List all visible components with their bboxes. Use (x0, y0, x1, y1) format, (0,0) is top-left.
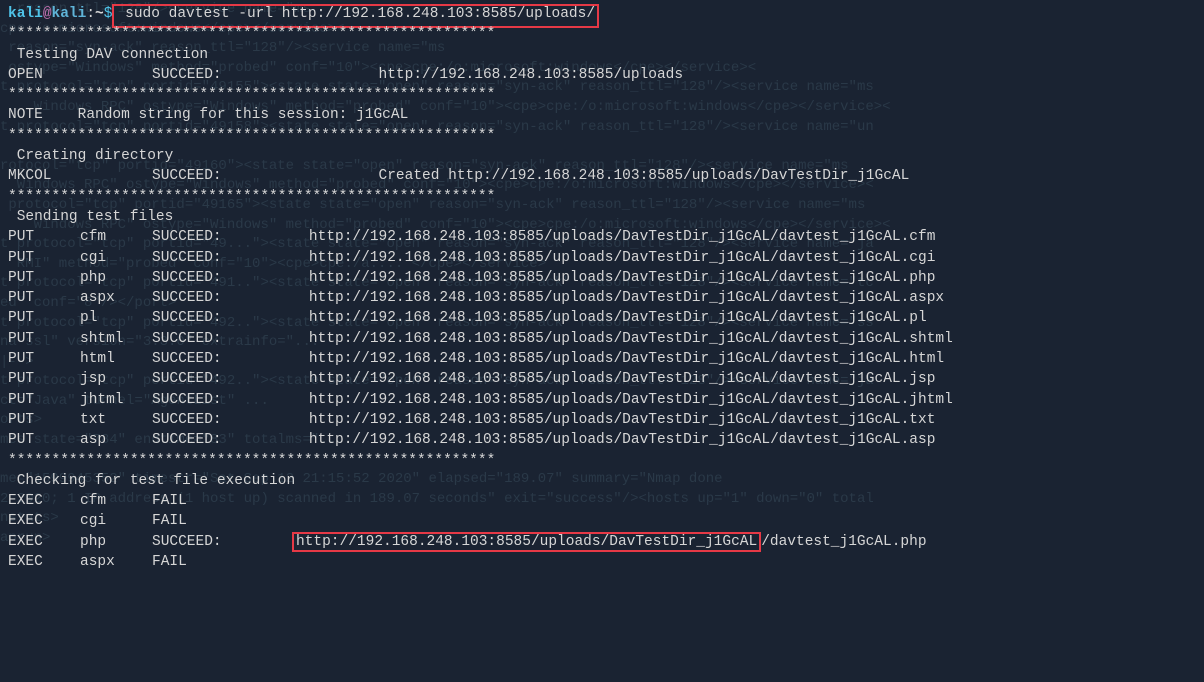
separator-line: ****************************************… (8, 451, 1196, 471)
section-header: Sending test files (8, 207, 1196, 227)
highlighted-url: http://192.168.248.103:8585/uploads/DavT… (292, 532, 761, 552)
exec-result: EXECcgiFAIL (8, 511, 1196, 531)
terminal-output: kali@kali:~$ sudo davtest -url http://19… (8, 4, 1196, 572)
open-result: OPENSUCCEED: http://192.168.248.103:8585… (8, 65, 1196, 85)
put-result: PUTjhtmlSUCCEED: http://192.168.248.103:… (8, 390, 1196, 410)
prompt-at: @ (43, 6, 52, 22)
exec-php-result: EXECphpSUCCEED:http://192.168.248.103:85… (8, 532, 1196, 552)
note-line: NOTE Random string for this session: j1G… (8, 105, 1196, 125)
prompt-path: ~ (95, 6, 104, 22)
exec-result: EXECcfmFAIL (8, 491, 1196, 511)
section-header: Testing DAV connection (8, 45, 1196, 65)
separator-line: ****************************************… (8, 187, 1196, 207)
prompt-line[interactable]: kali@kali:~$ sudo davtest -url http://19… (8, 4, 1196, 24)
put-result: PUTplSUCCEED: http://192.168.248.103:858… (8, 308, 1196, 328)
put-result: PUThtmlSUCCEED: http://192.168.248.103:8… (8, 349, 1196, 369)
prompt-sep: : (86, 6, 95, 22)
command-text: sudo davtest -url http://192.168.248.103… (116, 6, 595, 22)
put-result: PUTjspSUCCEED: http://192.168.248.103:85… (8, 369, 1196, 389)
exec-aspx-result: EXECaspxFAIL (8, 552, 1196, 572)
separator-line: ****************************************… (8, 126, 1196, 146)
put-result: PUTcfmSUCCEED: http://192.168.248.103:85… (8, 227, 1196, 247)
mkcol-result: MKCOLSUCCEED: Created http://192.168.248… (8, 166, 1196, 186)
section-header: Creating directory (8, 146, 1196, 166)
put-result: PUTcgiSUCCEED: http://192.168.248.103:85… (8, 248, 1196, 268)
prompt-user: kali (8, 6, 43, 22)
put-result: PUTtxtSUCCEED: http://192.168.248.103:85… (8, 410, 1196, 430)
section-header: Checking for test file execution (8, 471, 1196, 491)
put-result: PUTaspxSUCCEED: http://192.168.248.103:8… (8, 288, 1196, 308)
put-result: PUTshtmlSUCCEED: http://192.168.248.103:… (8, 329, 1196, 349)
put-result: PUTaspSUCCEED: http://192.168.248.103:85… (8, 430, 1196, 450)
separator-line: ****************************************… (8, 24, 1196, 44)
put-result: PUTphpSUCCEED: http://192.168.248.103:85… (8, 268, 1196, 288)
separator-line: ****************************************… (8, 85, 1196, 105)
prompt-host: kali (52, 6, 87, 22)
